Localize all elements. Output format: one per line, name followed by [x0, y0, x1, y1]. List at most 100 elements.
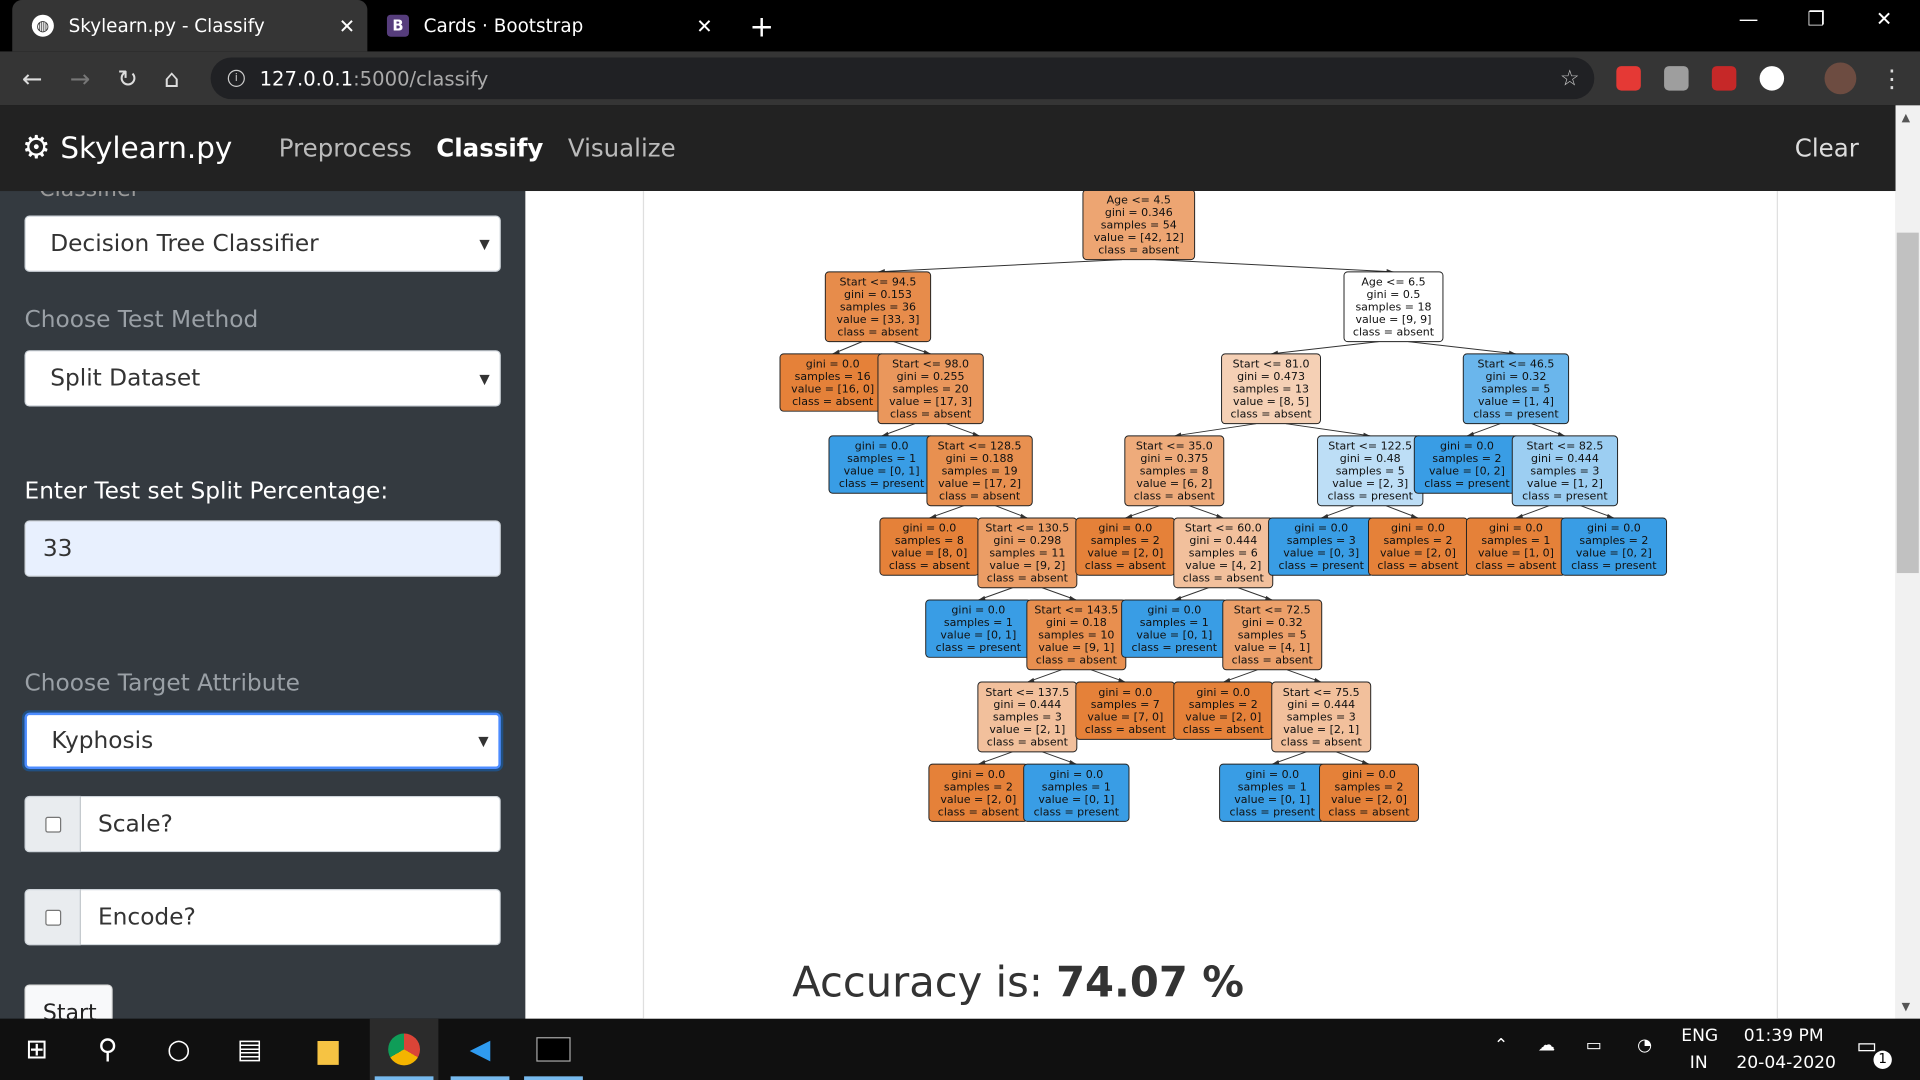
tree-node-n26: gini = 0.0samples = 7value = [7, 0]class… — [1075, 681, 1176, 740]
minimize-icon[interactable]: — — [1739, 7, 1759, 30]
screen: ◍ Skylearn.py - Classify ✕ B Cards · Boo… — [0, 0, 1920, 1080]
tree-node-text: class = absent — [837, 326, 919, 339]
tree-node-text: value = [2, 0] — [1331, 793, 1407, 806]
tree-edge — [1408, 341, 1516, 355]
profile-avatar[interactable] — [1824, 62, 1857, 95]
tree-node-text: samples = 11 — [989, 547, 1065, 560]
extension-icon[interactable] — [1759, 66, 1785, 91]
tree-node-text: samples = 13 — [1233, 383, 1309, 396]
tree-node-text: samples = 3 — [1287, 711, 1356, 724]
test-method-value: Split Dataset — [50, 364, 201, 392]
search-icon[interactable]: ⚲ — [73, 1019, 142, 1080]
clock-date[interactable]: 20-04-2020 — [1736, 1053, 1836, 1073]
tree-node-text: samples = 36 — [840, 301, 916, 314]
tree-node-text: value = [9, 2] — [989, 559, 1065, 572]
tree-node-text: class = absent — [1232, 654, 1314, 667]
vscode-icon[interactable]: ◀ — [446, 1019, 515, 1080]
home-icon[interactable]: ⌂ — [164, 64, 180, 93]
terminal-icon[interactable] — [519, 1019, 588, 1080]
scrollbar-thumb[interactable] — [1896, 232, 1919, 574]
tree-node-text: class = absent — [792, 395, 874, 408]
tree-node-text: gini = 0.255 — [897, 370, 965, 383]
start-button[interactable]: Start — [24, 984, 113, 1019]
language-top[interactable]: ENG — [1681, 1026, 1718, 1046]
brand[interactable]: ⚙ Skylearn.py — [22, 130, 232, 167]
tree-node-text: samples = 2 — [1432, 452, 1501, 465]
language-bottom[interactable]: IN — [1690, 1053, 1708, 1073]
wifi-icon[interactable]: ◔ — [1637, 1036, 1652, 1056]
tray-chevron-icon[interactable]: ⌃ — [1494, 1036, 1508, 1056]
close-tab-icon[interactable]: ✕ — [696, 14, 712, 37]
tree-node-text: class = absent — [890, 408, 972, 421]
tree-node-text: gini = 0.0 — [1147, 604, 1201, 617]
tree-node-n19: gini = 0.0samples = 1value = [1, 0]class… — [1465, 517, 1566, 576]
scale-checkbox[interactable] — [44, 816, 61, 833]
tab-title: Skylearn.py - Classify — [68, 14, 265, 37]
scroll-down-icon[interactable]: ▼ — [1902, 1002, 1910, 1014]
new-tab-icon[interactable]: + — [749, 10, 774, 44]
tree-node-n28: Start <= 75.5gini = 0.444samples = 3valu… — [1271, 681, 1372, 753]
file-explorer-icon[interactable]: ▆ — [294, 1019, 363, 1080]
forward-icon[interactable]: → — [70, 64, 91, 93]
battery-icon[interactable]: ▭ — [1586, 1036, 1602, 1056]
encode-checkbox[interactable] — [44, 909, 61, 926]
restore-icon[interactable]: ❐ — [1807, 7, 1825, 30]
tree-edge — [1270, 341, 1379, 355]
tree-node-text: class = absent — [1085, 559, 1167, 572]
nav-visualize[interactable]: Visualize — [568, 133, 676, 162]
tree-node-text: samples = 3 — [993, 711, 1062, 724]
clock-time[interactable]: 01:39 PM — [1744, 1026, 1824, 1046]
windows-start-icon[interactable]: ⊞ — [2, 1019, 71, 1080]
nav-preprocess[interactable]: Preprocess — [279, 133, 412, 162]
info-icon[interactable]: i — [227, 69, 245, 87]
menu-dots-icon[interactable]: ⋮ — [1880, 64, 1904, 93]
tree-node-text: samples = 1 — [1481, 534, 1550, 547]
chrome-icon[interactable] — [369, 1018, 439, 1080]
browser-toolbar: ← → ↻ ⌂ i 127.0.0.1 :5000/classify ☆ ⋮ — [0, 51, 1920, 106]
nav-classify[interactable]: Classify — [436, 133, 543, 162]
tree-node-text: class = present — [1571, 559, 1657, 572]
extension-icon[interactable] — [1664, 66, 1689, 91]
reload-icon[interactable]: ↻ — [118, 64, 139, 93]
close-window-icon[interactable]: ✕ — [1876, 7, 1892, 30]
back-icon[interactable]: ← — [22, 64, 43, 93]
tree-node-text: Start <= 81.0 — [1233, 358, 1310, 371]
tree-node-n8: Start <= 128.5gini = 0.188samples = 19va… — [926, 435, 1033, 507]
task-view-icon[interactable]: ▤ — [216, 1019, 285, 1080]
tree-node-text: class = absent — [939, 490, 1021, 503]
tree-node-text: value = [16, 0] — [791, 383, 874, 396]
address-bar[interactable]: i 127.0.0.1 :5000/classify ☆ — [210, 57, 1595, 100]
tree-node-n27: gini = 0.0samples = 2value = [2, 0]class… — [1173, 681, 1274, 740]
tree-node-n32: gini = 0.0samples = 2value = [2, 0]class… — [1319, 763, 1419, 822]
tree-node-text: value = [0, 2] — [1429, 465, 1505, 478]
cortana-icon[interactable]: ○ — [144, 1019, 213, 1080]
close-tab-icon[interactable]: ✕ — [339, 14, 355, 37]
tree-node-text: gini = 0.298 — [993, 534, 1061, 547]
tree-node-n0: Age <= 4.5gini = 0.346samples = 54value … — [1082, 191, 1196, 261]
onedrive-icon[interactable]: ☁ — [1538, 1036, 1555, 1056]
tree-node-text: gini = 0.0 — [1489, 522, 1543, 535]
classifier-select[interactable]: Decision Tree Classifier ▼ — [24, 215, 501, 272]
tree-node-text: samples = 2 — [1189, 698, 1258, 711]
classifier-label: Classifier — [39, 191, 140, 202]
tab-skylearn-classify[interactable]: ◍ Skylearn.py - Classify ✕ — [12, 0, 368, 52]
tree-node-text: gini = 0.32 — [1486, 370, 1547, 383]
clear-link[interactable]: Clear — [1795, 133, 1859, 162]
tree-node-n1: Start <= 94.5gini = 0.153samples = 36val… — [824, 271, 932, 343]
tree-node-n15: gini = 0.0samples = 2value = [2, 0]class… — [1075, 517, 1176, 576]
scroll-up-icon[interactable]: ▲ — [1902, 113, 1910, 125]
tree-node-text: samples = 2 — [1579, 534, 1648, 547]
split-percentage-input[interactable]: 33 — [24, 520, 501, 577]
tree-node-n30: gini = 0.0samples = 1value = [0, 1]class… — [1023, 763, 1130, 822]
tree-node-text: value = [9, 1] — [1038, 641, 1114, 654]
tree-node-text: Start <= 128.5 — [938, 440, 1022, 453]
url-path: :5000/classify — [353, 66, 489, 91]
bookmark-star-icon[interactable]: ☆ — [1560, 66, 1580, 92]
tab-cards-bootstrap[interactable]: B Cards · Bootstrap ✕ — [367, 0, 725, 51]
ublock-extension-icon[interactable] — [1616, 66, 1641, 91]
pocket-extension-icon[interactable] — [1711, 66, 1737, 91]
windows-taskbar: ⊞ ⚲ ○ ▤ ▆ ◀ ⌃ ☁ ▭ ◔ ENG IN 01:39 PM 20-0… — [0, 1018, 1920, 1080]
test-method-select[interactable]: Split Dataset ▼ — [24, 350, 501, 407]
tree-node-text: class = present — [1279, 559, 1365, 572]
target-attribute-select[interactable]: Kyphosis ▼ — [24, 712, 501, 769]
